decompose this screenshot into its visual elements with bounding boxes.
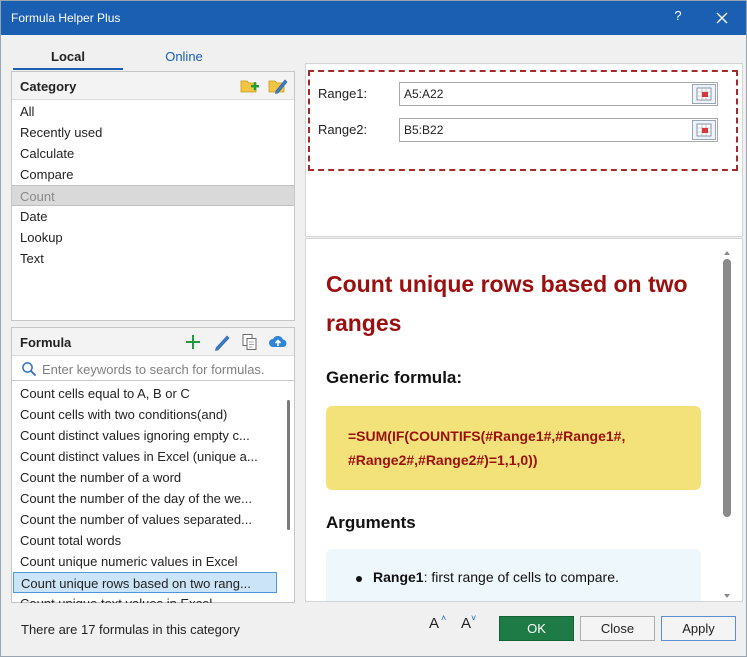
range-select-icon[interactable] [692, 120, 716, 140]
window-title: Formula Helper Plus [11, 11, 121, 25]
range1-input[interactable]: A5:A22 [399, 82, 718, 106]
formula-item[interactable]: Count total words [12, 530, 272, 551]
help-button[interactable]: ? [666, 8, 690, 28]
article-title: Count unique rows based on two ranges [326, 271, 688, 336]
formula-item[interactable]: Count cells with two conditions(and) [12, 404, 272, 425]
range-area: Range1: A5:A22 Range2: B5:B22 [305, 63, 743, 237]
close-button[interactable]: Close [580, 616, 655, 641]
category-header: Category [12, 72, 294, 100]
category-item-recently-used[interactable]: Recently used [12, 122, 294, 143]
formula-item[interactable]: Count distinct values ignoring empty c..… [12, 425, 272, 446]
bullet [356, 576, 362, 582]
cloud-upload-icon[interactable] [268, 333, 288, 351]
title-bar: Formula Helper Plus ? [1, 1, 746, 35]
edit-formula-icon[interactable] [212, 333, 232, 351]
generic-formula-box: =SUM(IF(COUNTIFS(#Range1#,#Range1#, #Ran… [326, 406, 701, 490]
argument-name: Range1 [373, 569, 424, 585]
decrease-font-label: A [461, 615, 472, 632]
range1-row: Range1: A5:A22 [310, 82, 736, 106]
copy-formula-icon[interactable] [240, 333, 260, 351]
category-item-compare[interactable]: Compare [12, 164, 294, 185]
scroll-thumb[interactable] [723, 259, 731, 517]
category-item-all[interactable]: All [12, 101, 294, 122]
formula-item[interactable]: Count the number of a word [12, 467, 272, 488]
range-input-box: Range1: A5:A22 Range2: B5:B22 [308, 70, 738, 171]
close-icon[interactable] [709, 7, 735, 29]
ok-button[interactable]: OK [499, 616, 574, 641]
scroll-down-icon[interactable] [723, 588, 731, 598]
scroll-up-icon[interactable] [723, 245, 731, 255]
range-select-icon[interactable] [692, 84, 716, 104]
search-icon [21, 361, 37, 377]
argument-desc: : first range of cells to compare. [423, 569, 619, 585]
category-header-label: Category [20, 79, 77, 94]
tab-online[interactable]: Online [129, 49, 239, 70]
formula-item[interactable]: Count cells equal to A, B or C [12, 383, 272, 404]
add-formula-icon[interactable] [183, 333, 203, 351]
generic-formula-text: =SUM(IF(COUNTIFS(#Range1#,#Range1#, #Ran… [348, 428, 626, 468]
increase-font-icon[interactable]: A ˄ [429, 613, 455, 641]
formula-search-input[interactable] [42, 360, 290, 378]
category-item-text[interactable]: Text [12, 248, 294, 269]
description-scrollbar[interactable] [723, 242, 735, 600]
arguments-box: Range1: first range of cells to compare. [326, 549, 701, 601]
category-item-calculate[interactable]: Calculate [12, 143, 294, 164]
category-item-count[interactable]: Count [12, 185, 294, 206]
formula-item[interactable]: Count the number of values separated... [12, 509, 272, 530]
formula-item-selected[interactable]: Count unique rows based on two rang... [13, 572, 277, 593]
range1-label: Range1: [318, 86, 368, 101]
range2-label: Range2: [318, 122, 368, 137]
range2-row: Range2: B5:B22 [310, 118, 736, 142]
add-category-icon[interactable] [240, 77, 260, 95]
tab-bar: Local Online [11, 45, 295, 70]
category-item-lookup[interactable]: Lookup [12, 227, 294, 248]
increase-font-label: A [429, 615, 440, 632]
formula-list: Count cells equal to A, B or C Count cel… [12, 383, 294, 603]
decrease-font-icon[interactable]: A ˅ [461, 613, 487, 641]
formula-item[interactable]: Count the number of the day of the we... [12, 488, 272, 509]
formula-list-scrollbar[interactable] [287, 400, 290, 530]
formula-helper-window: Formula Helper Plus ? Local Online Categ… [0, 0, 747, 657]
formula-header: Formula [12, 328, 294, 356]
formula-description: Count unique rows based on two ranges Ge… [305, 238, 743, 602]
formula-item[interactable]: Count unique numeric values in Excel [12, 551, 272, 572]
category-item-date[interactable]: Date [12, 206, 294, 227]
category-panel: Category All Recently used Calculate Com… [11, 71, 295, 321]
tab-local[interactable]: Local [13, 49, 123, 70]
formula-item[interactable]: Count unique text values in Excel [12, 593, 272, 603]
formula-count-status: There are 17 formulas in this category [21, 622, 240, 637]
generic-formula-heading: Generic formula: [326, 368, 463, 387]
edit-category-icon[interactable] [268, 77, 288, 95]
argument-item: Range1: first range of cells to compare. [373, 569, 619, 585]
range2-input[interactable]: B5:B22 [399, 118, 718, 142]
formula-search [12, 357, 294, 381]
formula-panel: Formula Enter keywords to search for for… [11, 327, 295, 603]
formula-header-label: Formula [20, 335, 72, 350]
category-list: All Recently used Calculate Compare Coun… [12, 101, 294, 269]
arguments-heading: Arguments [326, 513, 416, 532]
formula-item[interactable]: Count distinct values in Excel (unique a… [12, 446, 272, 467]
apply-button[interactable]: Apply [661, 616, 736, 641]
